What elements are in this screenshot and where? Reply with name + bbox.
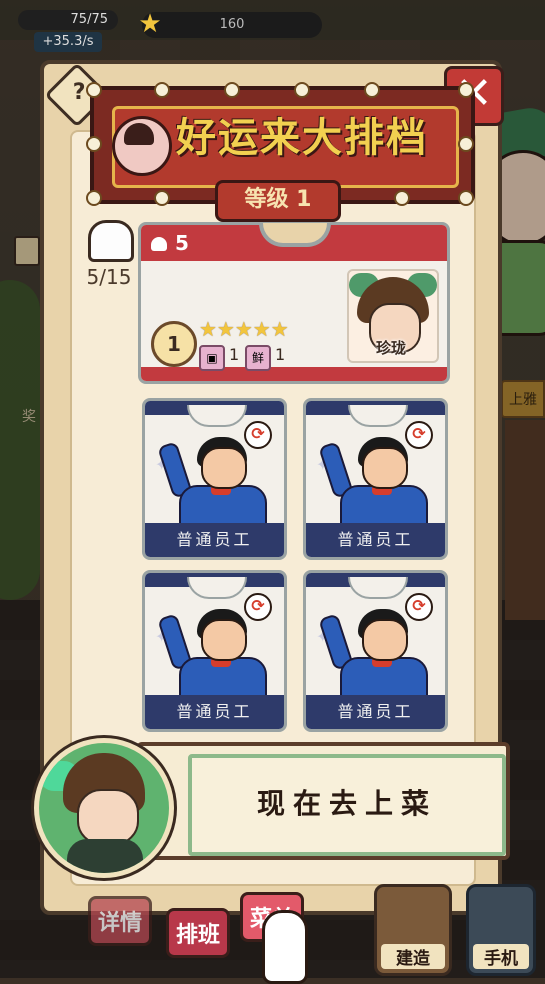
energy-counter: 75/75: [18, 10, 118, 30]
chef-name: 珍珑: [375, 339, 406, 357]
worker-card[interactable]: ✦ ⟳ 普通员工: [142, 570, 287, 732]
swap-icon[interactable]: ⟳: [244, 421, 272, 449]
swap-icon[interactable]: ⟳: [405, 421, 433, 449]
shop-name: 好运来大排档: [176, 115, 428, 161]
shop-level: 等级 1: [215, 180, 341, 222]
fresh-skill-icon: 鲜: [245, 345, 271, 371]
chef-stars: ★★★★★: [199, 317, 289, 341]
build-button[interactable]: 建造: [374, 884, 452, 976]
chef-hat-icon: [151, 237, 167, 251]
chef-rank-badge: 1: [151, 321, 197, 367]
phone-button[interactable]: 手机: [466, 884, 536, 976]
worker-card[interactable]: ✦ ⟳ 普通员工: [303, 570, 448, 732]
income-rate: +35.3/s: [34, 32, 102, 52]
worker-label: 普通员工: [145, 523, 284, 557]
gift-skill-icon: ▣: [199, 345, 225, 371]
head-chef-card[interactable]: 5 1 ★★★★★ ▣ 1 鲜 1 珍珑: [138, 222, 450, 384]
swap-icon[interactable]: ⟳: [244, 593, 272, 621]
star-icon: ★: [138, 9, 162, 39]
worker-label: 普通员工: [145, 695, 284, 729]
skill-value: 1: [229, 345, 240, 364]
phone-label: 手机: [473, 944, 529, 969]
chef-hat-icon: [88, 220, 134, 262]
build-label: 建造: [381, 944, 445, 969]
tab-schedule[interactable]: 排班: [166, 908, 230, 958]
staff-count: 5/15: [86, 265, 132, 289]
chef-level: 5: [175, 231, 189, 255]
worker-label: 普通员工: [306, 695, 445, 729]
dialog-text: 现在去上菜: [256, 787, 437, 820]
worker-label: 普通员工: [306, 523, 445, 557]
worker-card[interactable]: ✦ ⟳ 普通员工: [142, 398, 287, 560]
worker-card[interactable]: ✦ ⟳ 普通员工: [303, 398, 448, 560]
coin-counter: 160: [142, 12, 322, 38]
guide-avatar: [34, 738, 174, 878]
owner-avatar: [112, 116, 172, 176]
pointing-hand-icon: [262, 910, 308, 984]
tutorial-dialog[interactable]: 现在去上菜: [136, 742, 510, 860]
swap-icon[interactable]: ⟳: [405, 593, 433, 621]
tab-details[interactable]: 详情: [88, 896, 152, 946]
skill-value: 1: [275, 345, 286, 364]
